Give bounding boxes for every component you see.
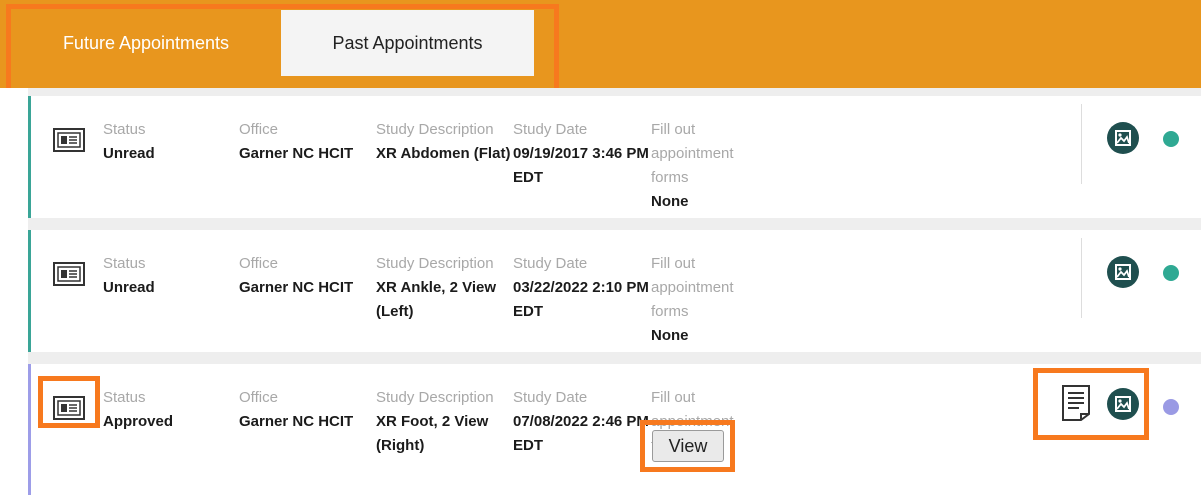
study-date-value: 09/19/2017 3:46 PM EDT [513,145,649,186]
status-indicator-dot [1163,131,1179,147]
study-description-value: XR Abdomen (Flat) [376,145,511,162]
forms-value: None [651,327,689,344]
status-label: Status [103,255,146,272]
office-label: Office [239,121,278,138]
study-date-value: 03/22/2022 2:10 PM EDT [513,279,649,320]
newspaper-icon[interactable] [53,128,85,152]
view-button-highlight [640,420,735,472]
divider [1081,238,1082,318]
newspaper-icon-highlight [38,376,100,428]
appointment-list: Status Unread Office Garner NC HCIT Study … [0,88,1201,495]
forms-value: None [651,193,689,210]
office-label: Office [239,389,278,406]
study-description-label: Study Description [376,389,494,406]
appointment-card[interactable]: Status Unread Office Garner NC HCIT Study … [28,230,1201,352]
divider [1081,104,1082,184]
fill-out-forms-label: Fill out appointment forms [651,255,734,320]
fill-out-forms-label: Fill out appointment forms [651,121,734,186]
status-value: Unread [103,279,155,296]
status-label: Status [103,121,146,138]
study-description-value: XR Ankle, 2 View (Left) [376,279,497,320]
actions-highlight [1033,368,1149,440]
study-description-label: Study Description [376,121,494,138]
image-icon[interactable] [1107,256,1139,288]
study-date-label: Study Date [513,389,588,406]
newspaper-icon[interactable] [53,262,85,286]
study-description-value: XR Foot, 2 View (Right) [376,413,489,454]
office-value: Garner NC HCIT [239,145,354,162]
status-value: Approved [103,413,174,430]
study-date-label: Study Date [513,255,588,272]
study-date-label: Study Date [513,121,588,138]
study-description-label: Study Description [376,255,494,272]
appointment-card[interactable]: Status Unread Office Garner NC HCIT Study … [28,96,1201,218]
study-date-value: 07/08/2022 2:46 PM EDT [513,413,649,454]
status-indicator-dot [1163,265,1179,281]
list-gutter [0,88,28,495]
status-label: Status [103,389,146,406]
image-icon[interactable] [1107,122,1139,154]
status-value: Unread [103,145,155,162]
office-label: Office [239,255,278,272]
tabs-highlight [6,4,559,96]
office-value: Garner NC HCIT [239,279,354,296]
status-indicator-dot [1163,399,1179,415]
office-value: Garner NC HCIT [239,413,354,430]
appointment-card[interactable]: Status Approved Office Garner NC HCIT Stud… [28,364,1201,495]
